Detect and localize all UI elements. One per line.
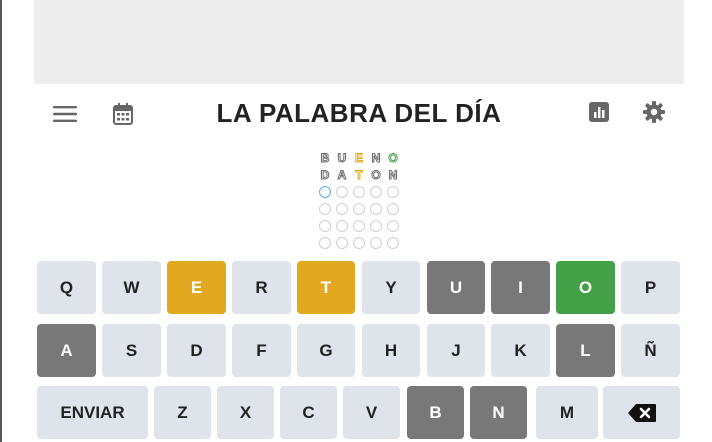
board-row: DATON	[318, 168, 403, 183]
key-f[interactable]: F	[232, 324, 291, 377]
board-row	[318, 202, 403, 216]
backspace-icon	[627, 403, 656, 422]
header: LA PALABRA DEL DÍA	[34, 84, 684, 146]
key-t[interactable]: T	[297, 261, 355, 314]
board-cell: E	[354, 151, 363, 166]
board-cell-empty	[319, 186, 331, 198]
board-cell: T	[355, 168, 363, 183]
board-cell: A	[337, 168, 347, 183]
key-b[interactable]: B	[407, 386, 464, 439]
board-cell: U	[337, 151, 347, 166]
key-w[interactable]: W	[102, 261, 161, 314]
enter-key[interactable]: ENVIAR	[37, 386, 148, 439]
key-l[interactable]: L	[556, 324, 615, 377]
key-o[interactable]: O	[556, 261, 615, 314]
board-cell: N	[388, 168, 398, 183]
gear-icon[interactable]	[640, 98, 668, 126]
board-cell: O	[371, 168, 381, 183]
backspace-key[interactable]	[603, 386, 680, 439]
board-row: BUENO	[318, 151, 403, 166]
stats-icon[interactable]	[585, 98, 613, 126]
key-q[interactable]: Q	[37, 261, 96, 314]
board-cell-empty	[387, 237, 399, 249]
board-cell-empty	[387, 186, 399, 198]
key-c[interactable]: C	[280, 386, 337, 439]
game-board: BUENODATON	[318, 151, 403, 253]
board-cell-empty	[387, 220, 399, 232]
key-i[interactable]: I	[491, 261, 550, 314]
board-cell: N	[371, 151, 381, 166]
board-cell-empty	[387, 203, 399, 215]
board-cell: B	[320, 151, 330, 166]
board-cell-empty	[370, 220, 382, 232]
board-cell-empty	[336, 186, 348, 198]
board-row	[318, 236, 403, 250]
key-m[interactable]: M	[536, 386, 598, 439]
board-cell-empty	[353, 237, 365, 249]
board-cell-empty	[336, 237, 348, 249]
board-cell-empty	[319, 237, 331, 249]
board-cell-empty	[319, 220, 331, 232]
key-k[interactable]: K	[491, 324, 550, 377]
board-cell: O	[388, 151, 398, 166]
board-cell-empty	[336, 220, 348, 232]
key-y[interactable]: Y	[362, 261, 420, 314]
board-cell-empty	[353, 186, 365, 198]
left-border	[0, 0, 2, 442]
key-s[interactable]: S	[102, 324, 161, 377]
key-p[interactable]: P	[621, 261, 680, 314]
board-cell-empty	[353, 203, 365, 215]
board-cell-empty	[353, 220, 365, 232]
board-cell: D	[320, 168, 330, 183]
board-row	[318, 219, 403, 233]
board-cell-empty	[370, 203, 382, 215]
key-d[interactable]: D	[167, 324, 226, 377]
key-ñ[interactable]: Ñ	[621, 324, 680, 377]
key-a[interactable]: A	[37, 324, 96, 377]
board-row	[318, 185, 403, 199]
board-cell-empty	[319, 203, 331, 215]
board-cell-empty	[370, 237, 382, 249]
board-cell-empty	[370, 186, 382, 198]
ad-banner-area	[34, 0, 684, 84]
key-g[interactable]: G	[297, 324, 355, 377]
key-n[interactable]: N	[470, 386, 527, 439]
key-u[interactable]: U	[427, 261, 485, 314]
key-x[interactable]: X	[217, 386, 274, 439]
key-e[interactable]: E	[167, 261, 226, 314]
key-z[interactable]: Z	[154, 386, 211, 439]
key-j[interactable]: J	[427, 324, 485, 377]
key-h[interactable]: H	[362, 324, 420, 377]
key-v[interactable]: V	[343, 386, 400, 439]
board-cell-empty	[336, 203, 348, 215]
key-r[interactable]: R	[232, 261, 291, 314]
